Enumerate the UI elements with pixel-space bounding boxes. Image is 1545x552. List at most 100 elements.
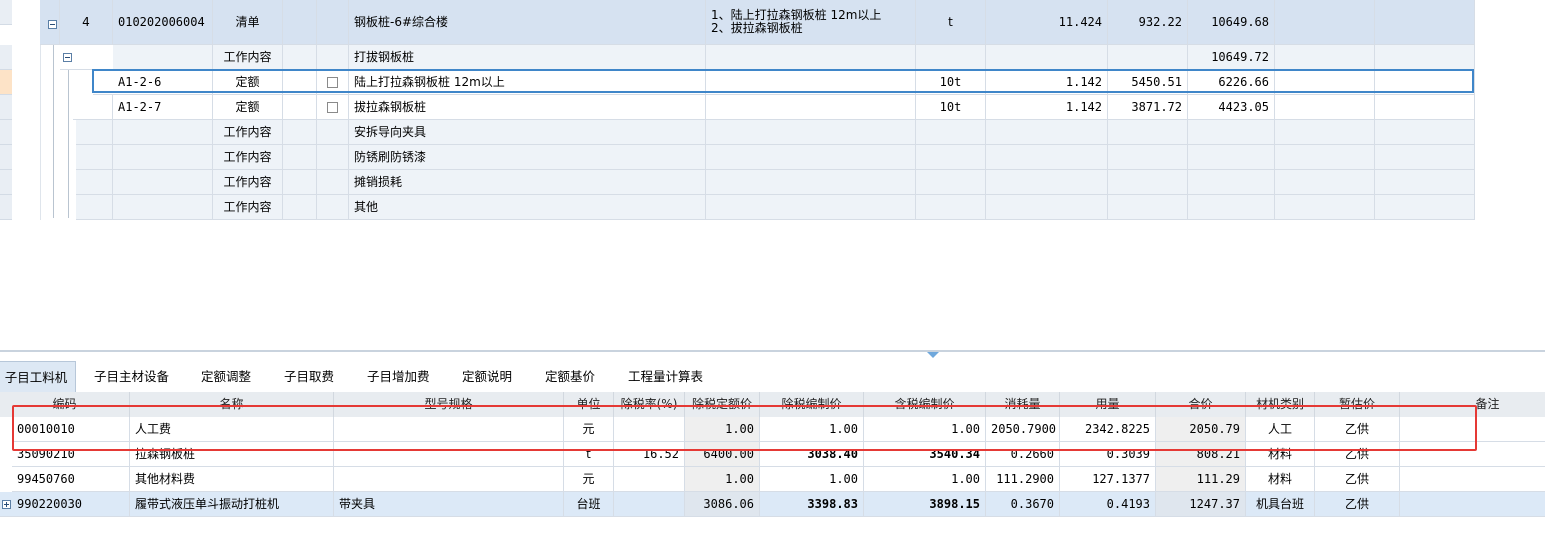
item-code: A1-2-6: [113, 70, 213, 95]
tab-quota-description[interactable]: 定额说明: [462, 361, 512, 392]
column-header[interactable]: 含税编制价: [864, 392, 986, 417]
item-qty: 1.142: [986, 95, 1108, 120]
item-total: 4423.05: [1188, 95, 1275, 120]
row-marker[interactable]: [0, 95, 12, 120]
resource-unit: 元: [564, 467, 614, 492]
row-marker[interactable]: [0, 120, 12, 145]
column-header[interactable]: 除税定额价: [685, 392, 760, 417]
table-row[interactable]: 00010010 人工费 元 1.00 1.00 1.00 2050.7900 …: [0, 417, 1545, 442]
resource-name: 拉森钢板桩: [130, 442, 334, 467]
item-type: 定额: [213, 70, 283, 95]
table-row[interactable]: 35090210 拉森钢板桩 t 16.52 6400.00 3038.40 3…: [0, 442, 1545, 467]
item-name: 拔拉森钢板桩: [349, 95, 706, 120]
row-marker[interactable]: [0, 195, 12, 220]
resource-tax-rate: [614, 467, 685, 492]
item-type: 工作内容: [213, 45, 283, 70]
tab-quantity-calculation[interactable]: 工程量计算表: [628, 361, 703, 392]
row-marker[interactable]: [0, 170, 12, 195]
column-header[interactable]: 除税编制价: [760, 392, 864, 417]
item-unit: 10t: [916, 70, 986, 95]
table-row[interactable]: 4 010202006004 清单 钢板桩-6#综合楼 1、陆上打拉森钢板桩 1…: [40, 0, 1475, 45]
tab-fee-taking[interactable]: 子目取费: [284, 361, 334, 392]
column-header[interactable]: 单位: [564, 392, 614, 417]
column-header[interactable]: 消耗量: [986, 392, 1060, 417]
resource-net-price: 3038.40: [760, 442, 864, 467]
resource-spec: [334, 417, 564, 442]
resource-quota-price: 1.00: [685, 417, 760, 442]
row-marker-selected[interactable]: [0, 70, 12, 95]
resource-usage: 127.1377: [1060, 467, 1156, 492]
feature-line: 2、拔拉森钢板桩: [711, 21, 803, 35]
table-header: 编码 名称 型号规格 单位 除税率(%) 除税定额价 除税编制价 含税编制价 消…: [0, 392, 1545, 417]
collapse-toggle-icon[interactable]: [63, 53, 72, 62]
resource-usage: 0.4193: [1060, 492, 1156, 517]
item-name: 陆上打拉森钢板桩 12m以上: [349, 70, 706, 95]
resource-category: 材料: [1246, 467, 1315, 492]
table-row[interactable]: 工作内容 安拆导向夹具: [40, 120, 1475, 145]
resource-tax-rate: [614, 417, 685, 442]
column-header[interactable]: 除税率(%): [614, 392, 685, 417]
table-row[interactable]: 工作内容 摊销损耗: [40, 170, 1475, 195]
resource-provisional: 乙供: [1315, 417, 1400, 442]
resource-name: 人工费: [130, 417, 334, 442]
item-unit: t: [916, 0, 986, 45]
resource-provisional: 乙供: [1315, 492, 1400, 517]
resource-code: 35090210: [12, 442, 130, 467]
item-qty: 1.142: [986, 70, 1108, 95]
tab-additional-fee[interactable]: 子目增加费: [367, 361, 430, 392]
table-row[interactable]: 工作内容 打拔钢板桩 10649.72: [40, 45, 1475, 70]
resource-category: 机具台班: [1246, 492, 1315, 517]
row-marker[interactable]: [0, 145, 12, 170]
table-row[interactable]: 工作内容 防锈刷防锈漆: [40, 145, 1475, 170]
row-marker[interactable]: [0, 0, 12, 25]
resource-name: 履带式液压单斗振动打桩机: [130, 492, 334, 517]
tab-quota-adjustment[interactable]: 定额调整: [201, 361, 251, 392]
resource-quota-price: 1.00: [685, 467, 760, 492]
item-name: 打拔钢板桩: [349, 45, 706, 70]
resource-unit: 台班: [564, 492, 614, 517]
table-row[interactable]: 工作内容 其他: [40, 195, 1475, 220]
resource-net-price: 3398.83: [760, 492, 864, 517]
resource-category: 人工: [1246, 417, 1315, 442]
collapse-toggle-icon[interactable]: [48, 20, 57, 29]
column-header[interactable]: 型号规格: [334, 392, 564, 417]
resource-spec: [334, 442, 564, 467]
column-header[interactable]: 合价: [1156, 392, 1246, 417]
table-row-selected[interactable]: 990220030 履带式液压单斗振动打桩机 带夹具 台班 3086.06 33…: [0, 492, 1545, 517]
column-header[interactable]: 用量: [1060, 392, 1156, 417]
item-total: 10649.72: [1188, 45, 1275, 70]
tree-gutter: [12, 0, 41, 220]
item-qty: 11.424: [986, 0, 1108, 45]
expand-cell[interactable]: [0, 492, 12, 517]
tab-main-material-equipment[interactable]: 子目主材设备: [94, 361, 169, 392]
row-marker[interactable]: [0, 45, 12, 70]
column-header[interactable]: 名称: [130, 392, 334, 417]
resource-provisional: 乙供: [1315, 467, 1400, 492]
item-code: 010202006004: [113, 0, 213, 45]
table-row[interactable]: 99450760 其他材料费 元 1.00 1.00 1.00 111.2900…: [0, 467, 1545, 492]
resource-consumption: 111.2900: [986, 467, 1060, 492]
row-checkbox[interactable]: [317, 70, 349, 95]
panel-splitter[interactable]: [0, 350, 1545, 352]
item-name: 防锈刷防锈漆: [349, 145, 706, 170]
item-type: 工作内容: [213, 195, 283, 220]
table-row[interactable]: A1-2-7 定额 拔拉森钢板桩 10t 1.142 3871.72 4423.…: [40, 95, 1475, 120]
tab-quota-base-price[interactable]: 定额基价: [545, 361, 595, 392]
row-checkbox[interactable]: [317, 95, 349, 120]
resource-gross-price: 1.00: [864, 417, 986, 442]
resource-usage: 2342.8225: [1060, 417, 1156, 442]
expand-toggle-icon[interactable]: [2, 500, 11, 509]
column-header[interactable]: 编码: [0, 392, 130, 417]
column-header[interactable]: 备注: [1400, 392, 1545, 417]
resource-amount: 808.21: [1156, 442, 1246, 467]
table-row-selected[interactable]: A1-2-6 定额 陆上打拉森钢板桩 12m以上 10t 1.142 5450.…: [40, 70, 1475, 95]
column-header[interactable]: 材机类别: [1246, 392, 1315, 417]
item-code: A1-2-7: [113, 95, 213, 120]
item-type: 工作内容: [213, 145, 283, 170]
resource-gross-price: 1.00: [864, 467, 986, 492]
column-header[interactable]: 暂估价: [1315, 392, 1400, 417]
tab-labor-material-machine[interactable]: 子目工料机: [0, 361, 76, 392]
collapse-arrow-icon[interactable]: [927, 352, 939, 358]
resource-name: 其他材料费: [130, 467, 334, 492]
resource-amount: 2050.79: [1156, 417, 1246, 442]
